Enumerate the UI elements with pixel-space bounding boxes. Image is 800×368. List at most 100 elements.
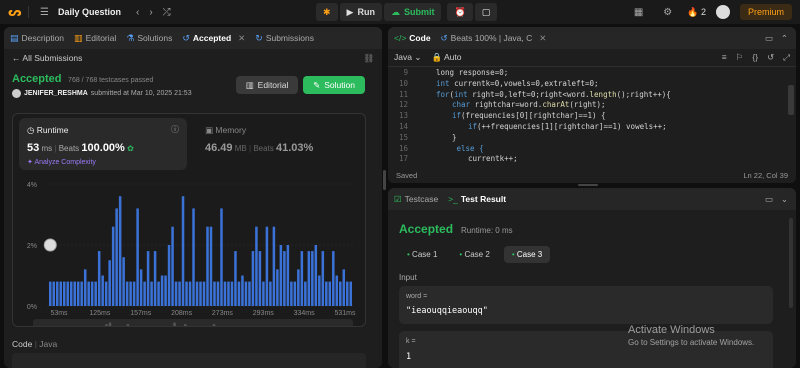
settings-gear-icon[interactable]: ⚙	[663, 7, 672, 18]
tab-code[interactable]: </> Code	[394, 33, 431, 44]
description-icon: ▤	[10, 32, 19, 43]
maximize-icon[interactable]: ▭	[765, 33, 773, 44]
case-tabs: • Case 1 • Case 2 • Case 3	[399, 246, 551, 263]
fullscreen-icon[interactable]: ⤢	[783, 52, 790, 63]
chart-bar	[227, 281, 230, 306]
next-problem-icon[interactable]: ›	[149, 7, 152, 18]
layout-icon[interactable]: ▦	[634, 7, 643, 18]
memory-card[interactable]: ▣ Memory 46.49 MB | Beats 41.03%	[199, 118, 361, 170]
runtime-card[interactable]: ◷ Runtime ⓘ 53 ms | Beats 100.00% ✿ ✦ An…	[19, 118, 187, 170]
tab-label: Beats 100% | Java, C	[450, 33, 533, 43]
word-param-value: "ieaouqqieaouqq"	[406, 306, 488, 316]
problem-list-title[interactable]: Daily Question	[58, 7, 121, 17]
avatar[interactable]	[715, 5, 730, 19]
chart-bar	[279, 245, 283, 306]
word-input-box[interactable]: word = "ieaouqqieaouqq"	[399, 286, 773, 324]
submit-button[interactable]: ☁ Submit	[383, 3, 442, 21]
case-tab-3[interactable]: • Case 3	[503, 246, 551, 263]
chart-bar	[328, 281, 332, 306]
tab-description[interactable]: ▤ Description	[10, 33, 64, 44]
code-brackets-icon: </>	[394, 33, 407, 43]
vertical-resize-handle[interactable]	[383, 170, 386, 190]
solution-label: Solution	[324, 80, 355, 90]
editor-scrollbar[interactable]	[788, 85, 794, 115]
chart-bar	[132, 281, 136, 306]
reset-icon[interactable]: ↺	[767, 52, 774, 63]
tab-label: Testcase	[404, 194, 439, 204]
all-submissions-link[interactable]: ← All Submissions	[12, 53, 82, 64]
tab-accepted-code[interactable]: ↺ Beats 100% | Java, C ✕	[441, 33, 547, 44]
chart-bar	[335, 275, 339, 306]
code-token: right=0,left=0;right<word.	[472, 89, 590, 99]
runtime-title-row: ◷ Runtime	[27, 125, 68, 136]
prev-problem-icon[interactable]: ‹	[136, 7, 139, 18]
notes-button[interactable]: ▢	[474, 3, 498, 21]
chart-bar	[115, 208, 118, 306]
x-tick-label: 125ms	[89, 310, 111, 317]
close-tab-icon[interactable]: ✕	[238, 33, 245, 44]
link-icon[interactable]: ⛓	[363, 53, 374, 64]
tab-solutions[interactable]: ⚗ Solutions	[126, 33, 172, 44]
runtime-distribution-chart[interactable]: 4% 2% 0% 53ms 125ms 157ms 208ms 273ms 293ms 334ms…	[13, 176, 367, 326]
result-scrollbar[interactable]	[789, 218, 793, 308]
code-token: if	[452, 111, 462, 121]
shuffle-icon[interactable]: ⤮	[163, 7, 171, 18]
language-select[interactable]: Java ⌄	[394, 52, 421, 63]
tab-test-result[interactable]: >_ Test Result	[448, 194, 506, 205]
maximize-icon[interactable]: ▭	[765, 194, 773, 205]
chart-bar	[255, 226, 258, 306]
close-tab-icon[interactable]: ✕	[539, 33, 546, 44]
tab-testcase[interactable]: ☑ Testcase	[394, 194, 438, 205]
debug-button[interactable]: ✱	[316, 3, 338, 21]
y-tick-label: 4%	[27, 182, 37, 189]
x-tick-label: 531ms	[334, 310, 356, 317]
test-tabs: ☑ Testcase >_ Test Result	[394, 194, 506, 205]
tab-editorial[interactable]: ▥ Editorial	[74, 33, 116, 44]
streak-counter[interactable]: 🔥 2	[687, 7, 706, 18]
line-number: 16	[398, 143, 408, 153]
auto-toggle[interactable]: 🔒 Auto	[431, 52, 461, 63]
horizontal-resize-handle[interactable]	[578, 184, 598, 186]
chart-bar	[181, 196, 185, 306]
case-tab-1[interactable]: • Case 1	[399, 246, 445, 263]
editor-tabs: </> Code ↺ Beats 100% | Java, C ✕	[394, 33, 546, 44]
cursor-position: Ln 22, Col 39	[743, 170, 788, 180]
tab-submissions[interactable]: ↻ Submissions	[255, 33, 314, 44]
chevron-up-icon[interactable]: ⌃	[781, 33, 788, 44]
timer-button[interactable]: ⏰	[447, 3, 473, 21]
chart-bar	[101, 275, 104, 306]
bookmark-icon[interactable]: ⚐	[736, 52, 744, 63]
code-token: int	[454, 89, 473, 99]
username[interactable]: JENIFER_RESHMA	[24, 90, 88, 97]
divider	[28, 6, 29, 18]
code-line: 12 char rightchar=word. charAt (right);	[388, 100, 796, 111]
chart-bar	[223, 281, 227, 306]
code-preview[interactable]	[12, 353, 366, 368]
line-number: 15	[398, 132, 408, 142]
mini-bar	[105, 324, 108, 326]
premium-button[interactable]: Premium	[739, 4, 792, 20]
chart-bar	[290, 281, 293, 306]
code-line: 14 if (++frequencies[1][rightchar]==1) vow…	[388, 122, 796, 133]
case-tab-2[interactable]: • Case 2	[451, 246, 497, 263]
flame-icon: 🔥	[687, 6, 699, 17]
menu-icon[interactable]: ≡	[722, 52, 727, 63]
leetcode-logo-icon[interactable]: ᔕ	[8, 5, 22, 19]
memory-unit: MB	[234, 144, 247, 153]
code-line: 13 if (frequencies[0][rightchar]==1) {	[388, 111, 796, 122]
user-avatar[interactable]	[12, 89, 21, 98]
run-button[interactable]: ▶ Run	[339, 3, 382, 21]
editorial-button[interactable]: ▥ Editorial	[236, 76, 298, 94]
analyze-complexity-link[interactable]: ✦ Analyze Complexity	[27, 158, 96, 166]
solution-button[interactable]: ✎ Solution	[303, 76, 365, 94]
watermark-title: Activate Windows	[628, 324, 715, 336]
problem-list-icon[interactable]: ☰	[40, 7, 49, 18]
braces-icon[interactable]: {}	[752, 52, 758, 63]
code-body[interactable]: 9 long response=0; 10 int currentk=0,vowels…	[388, 67, 796, 165]
y-tick-label: 0%	[27, 304, 37, 311]
chart-bar	[339, 281, 342, 306]
chart-bar	[160, 275, 164, 306]
tab-accepted[interactable]: ↺ Accepted ✕	[182, 33, 245, 44]
info-icon[interactable]: ⓘ	[171, 124, 179, 135]
chevron-down-icon[interactable]: ⌄	[781, 194, 788, 205]
